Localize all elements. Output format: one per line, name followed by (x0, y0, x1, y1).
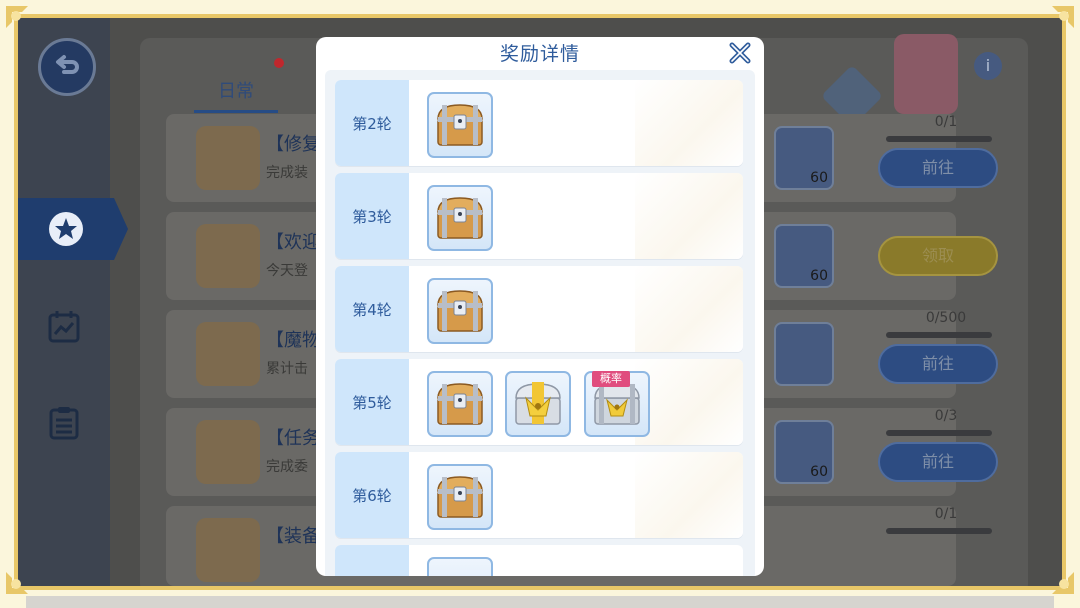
calendar-chart-icon (48, 311, 80, 343)
sidebar-tab-achievements[interactable] (18, 198, 128, 260)
round-row: 第2轮 (335, 80, 743, 166)
clipboard-icon (49, 407, 79, 440)
tab-daily[interactable]: 日常 (194, 74, 278, 113)
wooden-chest-icon (437, 383, 483, 425)
corner-ornament (4, 4, 38, 38)
info-icon[interactable]: i (974, 52, 1002, 80)
close-button[interactable] (728, 41, 752, 65)
reward-item[interactable]: 概率 (584, 371, 650, 437)
star-icon (49, 212, 83, 246)
round-label (335, 545, 409, 576)
horn-icon (196, 322, 260, 386)
round-row: 第3轮 (335, 173, 743, 259)
gem-count: 60 (810, 268, 828, 284)
round-list[interactable]: 第2轮 第3轮 第4轮 第5轮 概率第6轮 (325, 70, 755, 576)
progress-bar (886, 430, 992, 436)
reward-item[interactable] (427, 464, 493, 530)
character-avatar (894, 34, 958, 114)
reward-item[interactable] (505, 371, 571, 437)
portal-icon (196, 126, 260, 190)
task-desc: 今天登 (266, 263, 308, 279)
reward-item[interactable] (427, 92, 493, 158)
corner-ornament (1042, 562, 1076, 596)
task-desc: 完成委 (266, 459, 308, 475)
task-desc: 累计击 (266, 361, 308, 377)
progress-bar (886, 332, 992, 338)
close-icon (729, 42, 751, 64)
round-label: 第4轮 (335, 266, 409, 352)
round-row: 第4轮 (335, 266, 743, 352)
notification-dot (274, 58, 284, 68)
probability-badge: 概率 (592, 371, 630, 387)
wooden-chest-icon (437, 104, 483, 146)
reward-item[interactable] (427, 278, 493, 344)
gem-reward: 60 (774, 224, 834, 288)
progress-text: 0/1 (934, 114, 958, 130)
progress-text: 0/500 (925, 310, 967, 326)
sidebar (18, 18, 128, 586)
row-decoration (635, 266, 743, 352)
wooden-chest-icon (437, 476, 483, 518)
row-decoration (635, 80, 743, 166)
go-button[interactable]: 前往 (878, 344, 998, 384)
sidebar-tab-tasks[interactable] (18, 392, 110, 454)
corner-ornament (4, 562, 38, 596)
round-label: 第2轮 (335, 80, 409, 166)
row-decoration (635, 359, 743, 445)
reward-item[interactable] (427, 557, 493, 576)
sidebar-tab-stats[interactable] (18, 296, 110, 358)
chest-reward (774, 322, 834, 386)
round-row: 第6轮 (335, 452, 743, 538)
progress-bar (886, 136, 992, 142)
task-desc: 完成装 (266, 165, 308, 181)
back-arrow-icon (56, 55, 79, 74)
gem-count: 60 (810, 464, 828, 480)
gold-chest-icon (515, 381, 561, 425)
progress-text: 0/3 (934, 408, 958, 424)
go-button[interactable]: 前往 (878, 148, 998, 188)
gem-reward: 60 (774, 420, 834, 484)
reward-item[interactable] (427, 371, 493, 437)
equipment-icon (196, 518, 260, 582)
gem-reward: 60 (774, 126, 834, 190)
corner-ornament (1042, 4, 1076, 38)
gem-count: 60 (810, 170, 828, 186)
cat-map-icon (196, 224, 260, 288)
row-decoration (635, 452, 743, 538)
wooden-chest-icon (437, 290, 483, 332)
round-row: 第5轮 概率 (335, 359, 743, 445)
round-row-partial (335, 545, 743, 576)
reward-details-modal: 奖励详情 第2轮 第3轮 第4轮 第5轮 概率第6轮 (316, 37, 764, 576)
bottom-strip (26, 596, 1054, 608)
modal-title: 奖励详情 (499, 43, 580, 65)
back-button[interactable] (38, 38, 96, 96)
claim-button[interactable]: 领取 (878, 236, 998, 276)
reward-item[interactable] (427, 185, 493, 251)
progress-bar (886, 528, 992, 534)
row-decoration (635, 173, 743, 259)
wooden-chest-icon (437, 197, 483, 239)
house-icon (196, 420, 260, 484)
progress-text: 0/1 (934, 506, 958, 522)
go-button[interactable]: 前往 (878, 442, 998, 482)
round-label: 第3轮 (335, 173, 409, 259)
round-label: 第5轮 (335, 359, 409, 445)
round-label: 第6轮 (335, 452, 409, 538)
